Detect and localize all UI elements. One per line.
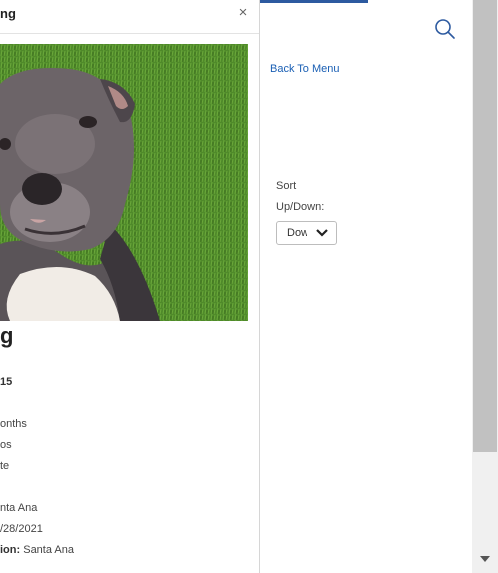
chevron-down-icon xyxy=(316,229,328,237)
pet-weight: os xyxy=(0,439,12,451)
sort-label: Sort Up/Down: xyxy=(276,176,324,218)
sort-label-line2: Up/Down: xyxy=(276,201,325,213)
pet-intake-date: /28/2021 xyxy=(0,523,43,535)
sort-direction-select[interactable]: Down xyxy=(276,221,337,245)
pet-color: te xyxy=(0,460,10,472)
pet-location: nta Ana xyxy=(0,502,38,514)
pet-detail-modal: ng × g 15 onths os te nta Ana /28/2021 i… xyxy=(0,0,260,573)
pet-id: 15 xyxy=(0,376,13,388)
sort-selected-value: Down xyxy=(287,227,307,239)
pet-age: onths xyxy=(0,418,27,430)
pet-photo xyxy=(0,44,248,321)
active-tab-indicator xyxy=(260,0,368,3)
pet-name: g xyxy=(0,323,14,348)
search-icon[interactable] xyxy=(434,18,456,40)
modal-title: ng xyxy=(0,6,16,21)
modal-header: ng × xyxy=(0,0,259,34)
scroll-down-arrow-icon[interactable] xyxy=(478,552,492,566)
back-to-menu-link[interactable]: Back To Menu xyxy=(270,63,340,75)
pet-current-location: ion: Santa Ana xyxy=(0,544,74,556)
close-button[interactable]: × xyxy=(235,5,251,21)
sort-label-line1: Sort xyxy=(276,180,297,192)
scrollbar-thumb[interactable] xyxy=(473,0,497,452)
dog-photo-illustration xyxy=(0,44,248,321)
